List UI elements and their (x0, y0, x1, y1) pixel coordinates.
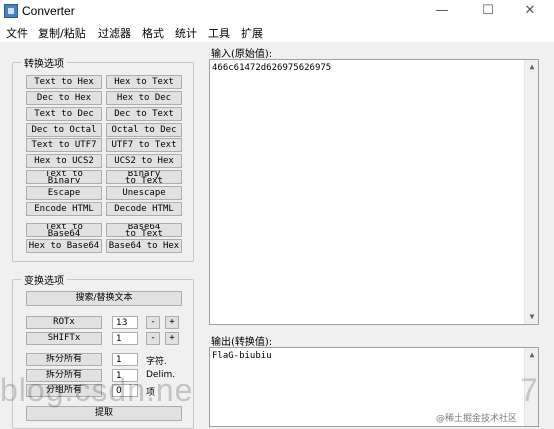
menu-stats[interactable]: 统计 (175, 25, 197, 41)
minimize-button[interactable]: — (420, 0, 464, 24)
split-chars-button[interactable]: 拆分所有 (26, 353, 102, 366)
input-textarea[interactable]: 466c61472d626975626975 ▲ ▼ (209, 59, 539, 325)
dec-to-text-button[interactable]: Dec to Text (106, 107, 182, 121)
binary-to-text-button[interactable]: Binary to Text (106, 170, 182, 184)
shift-value-field[interactable]: 1 (112, 332, 138, 345)
watermark-tail: 7 (520, 372, 538, 408)
text-to-base64-button[interactable]: Text to Base64 (26, 223, 102, 237)
scroll-up-icon[interactable]: ▲ (525, 348, 539, 362)
menu-copy-paste[interactable]: 复制/粘贴 (38, 25, 86, 41)
ucs2-to-hex-button[interactable]: UCS2 to Hex (106, 154, 182, 168)
hex-to-text-button[interactable]: Hex to Text (106, 75, 182, 89)
hex-to-dec-button[interactable]: Hex to Dec (106, 91, 182, 105)
close-button[interactable]: ✕ (508, 0, 552, 24)
octal-to-dec-button[interactable]: Octal to Dec (106, 123, 182, 137)
output-text: FlaG-biubiu (212, 351, 272, 361)
utf7-to-text-button[interactable]: UTF7 to Text (106, 138, 182, 152)
credit-text: @稀土掘金技术社区 (436, 414, 518, 424)
hex-to-ucs2-button[interactable]: Hex to UCS2 (26, 154, 102, 168)
rot-button[interactable]: ROTx (26, 316, 102, 329)
rot-value-field[interactable]: 13 (112, 316, 138, 329)
split-chars-field[interactable]: 1 (112, 353, 138, 366)
watermark-text: blog.csdn.ne (0, 372, 194, 408)
title-bar: Converter — ☐ ✕ (0, 0, 554, 24)
rot-plus-button[interactable]: + (165, 316, 179, 329)
dec-to-hex-button[interactable]: Dec to Hex (26, 91, 102, 105)
transform-options-title: 变换选项 (21, 272, 67, 287)
dec-to-octal-button[interactable]: Dec to Octal (26, 123, 102, 137)
base64-to-text-button[interactable]: Base64 to Text (106, 223, 182, 237)
shift-plus-button[interactable]: + (165, 332, 179, 345)
text-to-binary-button[interactable]: Text to Binary (26, 170, 102, 184)
window-title: Converter (22, 4, 75, 18)
menu-bar: 文件 复制/粘贴 过滤器 格式 统计 工具 扩展 (0, 24, 554, 42)
shift-minus-button[interactable]: - (146, 332, 160, 345)
scroll-up-icon[interactable]: ▲ (525, 60, 539, 74)
menu-extensions[interactable]: 扩展 (241, 25, 263, 41)
unescape-button[interactable]: Unescape (106, 186, 182, 200)
encode-html-button[interactable]: Encode HTML (26, 202, 102, 216)
menu-tools[interactable]: 工具 (208, 25, 230, 41)
menu-file[interactable]: 文件 (6, 25, 28, 41)
search-replace-button[interactable]: 搜索/替换文本 (26, 291, 182, 306)
scroll-down-icon[interactable]: ▼ (525, 310, 539, 324)
input-text: 466c61472d626975626975 (212, 63, 332, 73)
maximize-button[interactable]: ☐ (466, 0, 510, 24)
input-scrollbar[interactable]: ▲ ▼ (524, 60, 538, 324)
split-chars-unit: 字符. (146, 357, 167, 367)
text-to-utf7-button[interactable]: Text to UTF7 (26, 138, 102, 152)
rot-minus-button[interactable]: - (146, 316, 160, 329)
text-to-hex-button[interactable]: Text to Hex (26, 75, 102, 89)
hex-to-base64-button[interactable]: Hex to Base64 (26, 239, 102, 253)
menu-filter[interactable]: 过滤器 (98, 25, 131, 41)
base64-to-hex-button[interactable]: Base64 to Hex (106, 239, 182, 253)
conversion-options-title: 转换选项 (21, 55, 67, 70)
app-icon (4, 4, 18, 18)
input-label: 输入(原始值): (211, 49, 273, 60)
menu-format[interactable]: 格式 (142, 25, 164, 41)
text-to-dec-button[interactable]: Text to Dec (26, 107, 102, 121)
escape-button[interactable]: Escape (26, 186, 102, 200)
shift-button[interactable]: SHIFTx (26, 332, 102, 345)
output-label: 输出(转换值): (211, 337, 273, 348)
decode-html-button[interactable]: Decode HTML (106, 202, 182, 216)
